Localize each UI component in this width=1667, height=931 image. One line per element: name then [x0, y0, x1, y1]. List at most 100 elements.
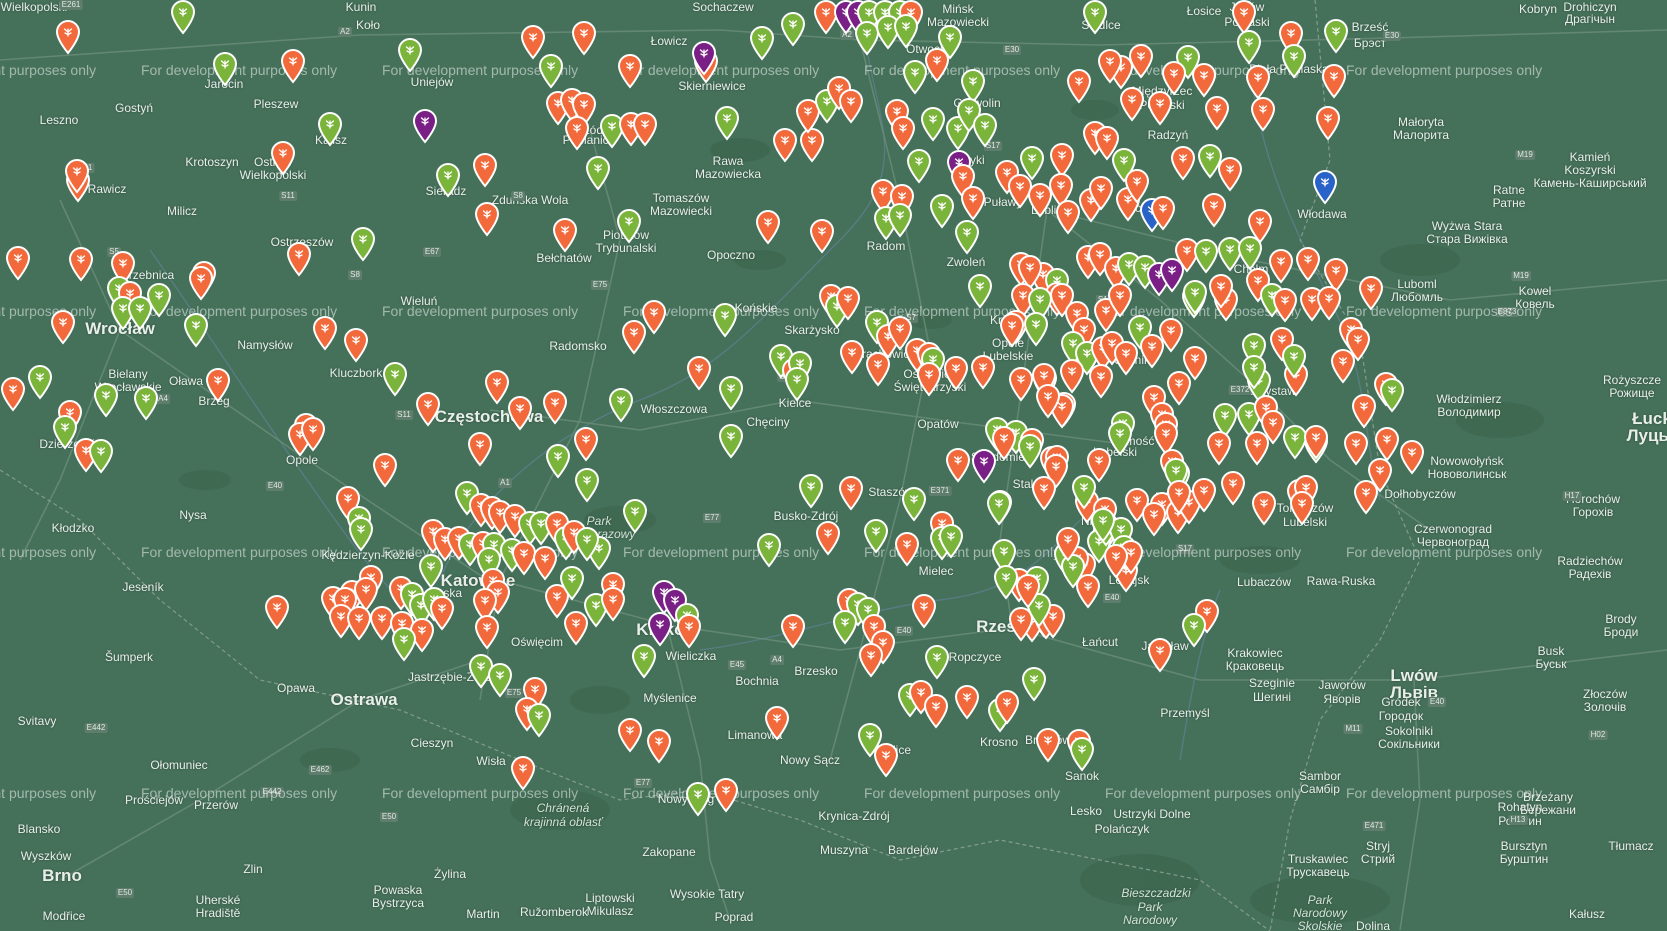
map-marker-orange[interactable] — [68, 247, 94, 282]
map-marker-green[interactable] — [1182, 280, 1208, 315]
map-marker-orange[interactable] — [676, 614, 702, 649]
map-marker-orange[interactable] — [372, 453, 398, 488]
map-marker-green[interactable] — [616, 209, 642, 244]
map-marker-green[interactable] — [391, 627, 417, 662]
map-marker-orange[interactable] — [815, 521, 841, 556]
map-marker-orange[interactable] — [809, 219, 835, 254]
map-marker-orange[interactable] — [270, 141, 296, 176]
map-marker-orange[interactable] — [1141, 502, 1167, 537]
map-marker-green[interactable] — [986, 491, 1012, 526]
map-marker-orange[interactable] — [873, 743, 899, 778]
map-marker-purple[interactable] — [691, 41, 717, 76]
map-marker-green[interactable] — [1069, 737, 1095, 772]
map-marker-orange[interactable] — [945, 448, 971, 483]
map-marker-green[interactable] — [1181, 613, 1207, 648]
map-marker-orange[interactable] — [1107, 283, 1133, 318]
map-marker-orange[interactable] — [1321, 64, 1347, 99]
map-marker-green[interactable] — [93, 383, 119, 418]
map-marker-orange[interactable] — [600, 587, 626, 622]
map-marker-orange[interactable] — [1208, 274, 1234, 309]
map-marker-orange[interactable] — [1399, 440, 1425, 475]
map-marker-green[interactable] — [574, 468, 600, 503]
map-marker-orange[interactable] — [264, 595, 290, 630]
map-marker-green[interactable] — [350, 227, 376, 262]
map-marker-green[interactable] — [712, 303, 738, 338]
map-marker-orange[interactable] — [510, 756, 536, 791]
map-marker-orange[interactable] — [911, 594, 937, 629]
map-marker-green[interactable] — [1241, 355, 1267, 390]
map-marker-green[interactable] — [718, 424, 744, 459]
map-marker-orange[interactable] — [1055, 527, 1081, 562]
map-marker-orange[interactable] — [1303, 425, 1329, 460]
map-marker-green[interactable] — [863, 519, 889, 554]
map-marker-orange[interactable] — [1289, 491, 1315, 526]
map-marker-orange[interactable] — [1315, 106, 1341, 141]
map-marker-orange[interactable] — [1015, 574, 1041, 609]
map-marker-orange[interactable] — [1170, 146, 1196, 181]
map-marker-orange[interactable] — [772, 128, 798, 163]
map-marker-orange[interactable] — [1147, 638, 1173, 673]
map-marker-orange[interactable] — [838, 476, 864, 511]
map-marker-green[interactable] — [317, 112, 343, 147]
map-marker-green[interactable] — [749, 26, 775, 61]
map-marker-orange[interactable] — [188, 266, 214, 301]
map-marker-orange[interactable] — [1206, 431, 1232, 466]
map-marker-orange[interactable] — [1191, 478, 1217, 513]
map-marker-orange[interactable] — [1166, 371, 1192, 406]
map-marker-orange[interactable] — [780, 614, 806, 649]
map-marker-orange[interactable] — [0, 377, 26, 412]
map-marker-orange[interactable] — [1244, 431, 1270, 466]
map-marker-orange[interactable] — [1353, 480, 1379, 515]
map-marker-green[interactable] — [1281, 44, 1307, 79]
map-marker-green[interactable] — [88, 439, 114, 474]
map-marker-green[interactable] — [1281, 344, 1307, 379]
map-marker-green[interactable] — [893, 14, 919, 49]
map-marker-orange[interactable] — [312, 316, 338, 351]
map-marker-orange[interactable] — [542, 390, 568, 425]
map-marker-green[interactable] — [1082, 0, 1108, 35]
map-marker-orange[interactable] — [532, 546, 558, 581]
map-marker-green[interactable] — [901, 487, 927, 522]
map-marker-green[interactable] — [784, 367, 810, 402]
map-marker-green[interactable] — [1021, 667, 1047, 702]
map-marker-orange[interactable] — [507, 396, 533, 431]
map-marker-orange[interactable] — [1251, 491, 1277, 526]
map-marker-orange[interactable] — [1245, 65, 1271, 100]
map-marker-orange[interactable] — [1351, 394, 1377, 429]
map-marker-green[interactable] — [545, 444, 571, 479]
map-marker-orange[interactable] — [1113, 341, 1139, 376]
map-marker-orange[interactable] — [916, 362, 942, 397]
map-marker-green[interactable] — [972, 113, 998, 148]
map-marker-orange[interactable] — [1343, 431, 1369, 466]
map-marker-orange[interactable] — [1250, 97, 1276, 132]
map-marker-orange[interactable] — [1217, 157, 1243, 192]
map-marker-orange[interactable] — [1231, 0, 1257, 35]
map-marker-orange[interactable] — [1035, 384, 1061, 419]
map-marker-green[interactable] — [1023, 312, 1049, 347]
map-marker-orange[interactable] — [1139, 334, 1165, 369]
map-marker-green[interactable] — [780, 12, 806, 47]
map-marker-orange[interactable] — [835, 286, 861, 321]
map-marker-orange[interactable] — [1066, 69, 1092, 104]
map-marker-orange[interactable] — [1220, 471, 1246, 506]
map-marker-orange[interactable] — [1358, 276, 1384, 311]
map-marker-orange[interactable] — [1097, 49, 1123, 84]
map-marker-green[interactable] — [487, 663, 513, 698]
map-marker-green[interactable] — [146, 283, 172, 318]
map-marker-orange[interactable] — [5, 246, 31, 281]
map-marker-orange[interactable] — [994, 690, 1020, 725]
map-marker-green[interactable] — [832, 610, 858, 645]
map-marker-orange[interactable] — [1150, 196, 1176, 231]
map-marker-orange[interactable] — [472, 153, 498, 188]
map-marker-orange[interactable] — [1088, 364, 1114, 399]
map-marker-green[interactable] — [170, 0, 196, 35]
map-marker-orange[interactable] — [890, 116, 916, 151]
map-marker-green[interactable] — [397, 38, 423, 73]
map-marker-orange[interactable] — [1147, 91, 1173, 126]
map-marker-orange[interactable] — [571, 21, 597, 56]
map-marker-orange[interactable] — [1316, 286, 1342, 321]
map-marker-purple[interactable] — [971, 449, 997, 484]
map-marker-orange[interactable] — [686, 356, 712, 391]
map-marker-orange[interactable] — [64, 159, 90, 194]
map-marker-orange[interactable] — [894, 532, 920, 567]
